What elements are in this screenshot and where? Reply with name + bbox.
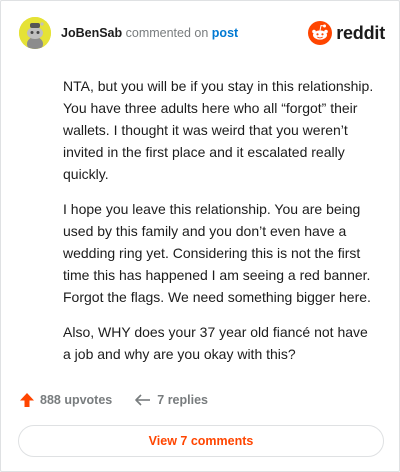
reddit-brand[interactable]: reddit [308,17,385,49]
reddit-logo-icon [308,21,333,45]
reply-arrow-icon [135,394,151,406]
comment-paragraph: I hope you leave this relationship. You … [63,201,371,305]
replies-link[interactable]: 7 replies [134,392,208,408]
reply-count: 7 replies [157,393,208,407]
user-avatar[interactable] [19,17,51,49]
upvote-count: 888 upvotes [40,393,113,407]
comment-header: JoBenSab commented on post reddit [19,17,385,49]
view-comments-button[interactable]: View 7 comments [18,425,384,457]
commented-on-text: commented on [125,26,209,40]
comment-byline: JoBenSab commented on post [61,26,238,41]
upvote-arrow-icon[interactable] [19,392,35,408]
comment-paragraph: NTA, but you will be if you stay in this… [63,78,374,182]
comment-footer: 888 upvotes 7 replies [19,387,208,413]
comment-body: NTA, but you will be if you stay in this… [63,75,377,378]
username-link[interactable]: JoBenSab [61,26,122,40]
comment-card: JoBenSab commented on post reddit NTA, b… [0,0,400,472]
reddit-wordmark: reddit [336,22,385,43]
comment-paragraph: Also, WHY does your 37 year old fiancé n… [63,324,368,362]
snoo-avatar-icon [19,17,51,49]
post-link[interactable]: post [212,26,238,40]
